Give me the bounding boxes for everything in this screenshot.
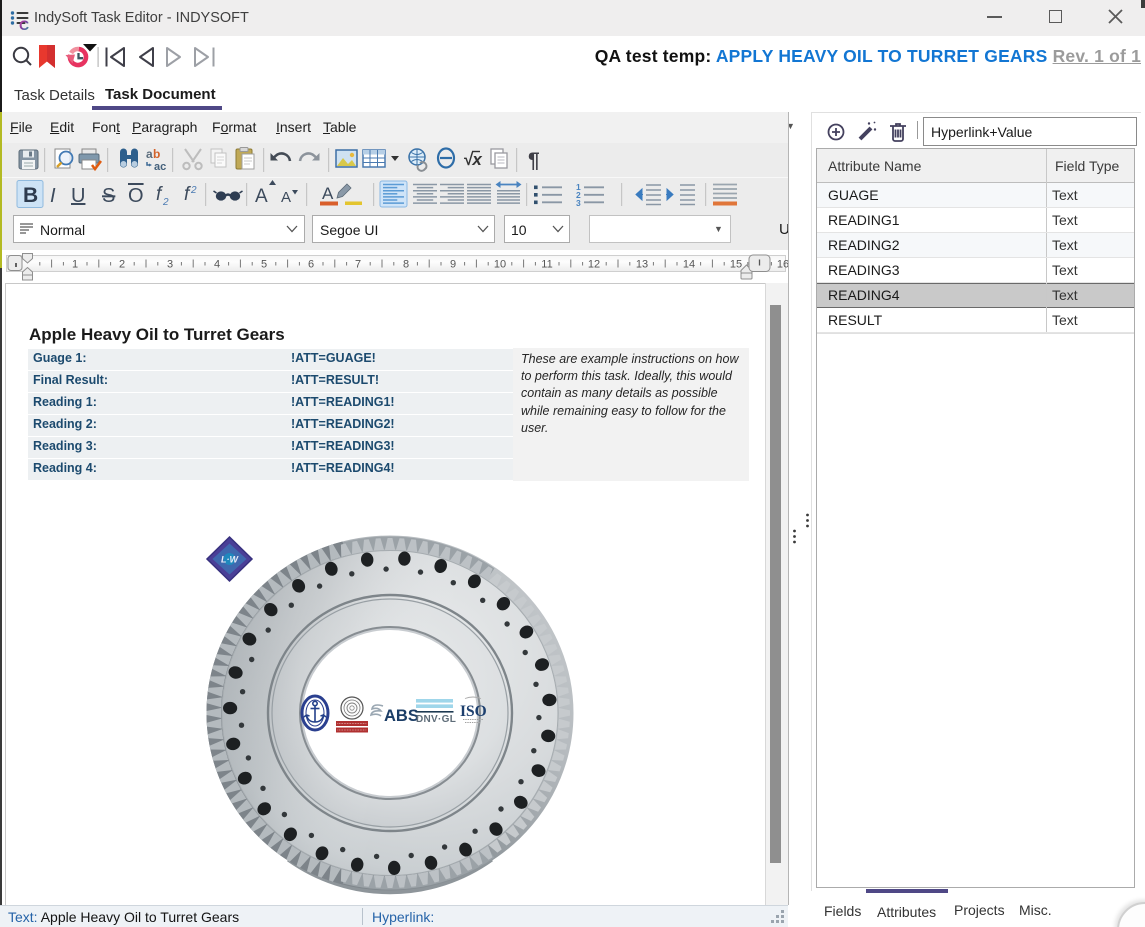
svg-text:ABS: ABS [384,707,419,725]
svg-text:ISO: ISO [460,703,487,720]
svg-text:DNV·GL: DNV·GL [416,714,456,725]
svg-text:L·W: L·W [221,555,239,565]
